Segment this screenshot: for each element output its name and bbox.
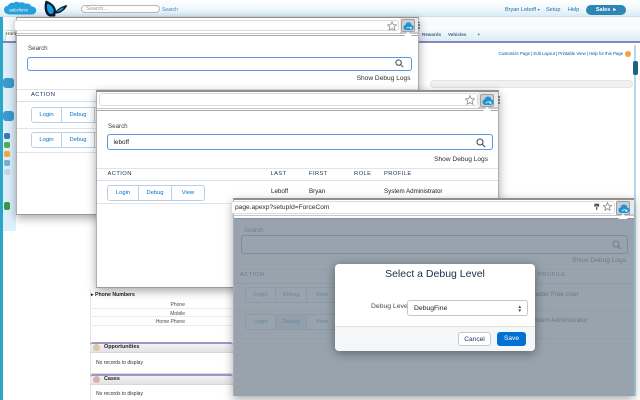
svg-text:salesforce: salesforce: [9, 7, 29, 12]
